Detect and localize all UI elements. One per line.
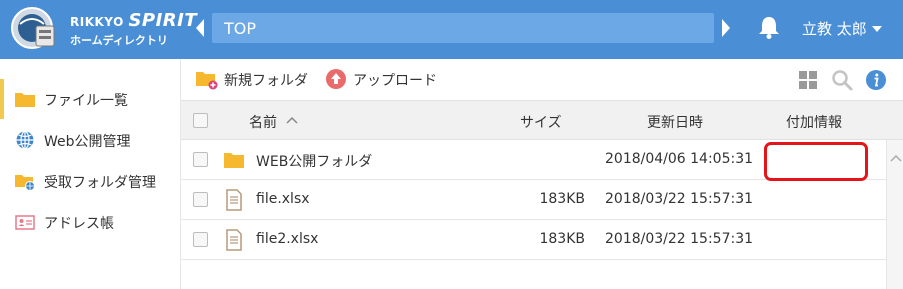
globe-icon (16, 130, 34, 150)
document-icon (226, 229, 242, 251)
column-size-header[interactable]: サイズ (520, 112, 562, 132)
file-name[interactable]: file2.xlsx (256, 231, 318, 247)
file-size: 183KB (539, 231, 585, 247)
info-icon[interactable] (865, 69, 887, 91)
column-name-header[interactable]: 名前 (249, 112, 277, 132)
bell-icon[interactable] (758, 14, 780, 40)
brand-rikkyo: RIKKYO (70, 15, 124, 29)
file-name[interactable]: file.xlsx (256, 191, 310, 207)
sidebar-item-file-list[interactable]: ファイル一覧 (0, 79, 180, 119)
chevron-left-icon[interactable] (193, 17, 207, 39)
select-all-checkbox[interactable] (193, 113, 208, 128)
grid-view-icon[interactable] (797, 69, 819, 91)
table-row[interactable]: file.xlsx 183KB 2018/03/22 15:57:31 (181, 180, 886, 220)
caret-down-icon[interactable] (871, 25, 883, 33)
path-text: TOP (224, 19, 257, 38)
shared-folder-icon (15, 175, 35, 191)
address-book-icon (15, 215, 35, 230)
sort-ascending-icon[interactable] (286, 116, 298, 124)
folder-icon (15, 93, 35, 107)
chevron-right-icon[interactable] (719, 17, 733, 39)
upload-icon (326, 69, 346, 89)
sidebar-item-label: ファイル一覧 (44, 93, 128, 109)
sidebar-item-label: アドレス帳 (44, 216, 114, 232)
new-folder-button[interactable]: 新規フォルダ (195, 67, 315, 91)
app-logo-icon[interactable] (8, 6, 60, 52)
search-icon[interactable] (831, 69, 853, 91)
file-modified: 2018/03/22 15:57:31 (605, 191, 754, 207)
file-modified: 2018/03/22 15:57:31 (605, 231, 754, 247)
path-bar[interactable]: TOP (212, 13, 714, 43)
sidebar-item-label: 受取フォルダ管理 (44, 175, 156, 191)
table-row[interactable]: file2.xlsx 183KB 2018/03/22 15:57:31 (181, 220, 886, 260)
column-modified-header[interactable]: 更新日時 (647, 112, 703, 132)
scrollbar[interactable] (886, 140, 903, 289)
sidebar-item-inbox-folder[interactable]: 受取フォルダ管理 (0, 161, 180, 201)
table-header: 名前 サイズ 更新日時 付加情報 (181, 100, 903, 140)
sidebar-item-address-book[interactable]: アドレス帳 (0, 202, 180, 242)
file-modified: 2018/04/06 14:05:31 (605, 151, 754, 167)
folder-icon (224, 153, 244, 168)
upload-label: アップロード (353, 73, 437, 89)
document-icon (226, 189, 242, 211)
toolbar: 新規フォルダ アップロード (181, 59, 903, 100)
row-checkbox[interactable] (193, 152, 208, 167)
column-info-header: 付加情報 (786, 115, 842, 131)
brand-subtitle: ホームディレクトリ (70, 34, 168, 47)
new-folder-icon (196, 72, 218, 90)
brand-spirit: SPIRIT (128, 10, 198, 31)
app-header: RIKKYO SPIRIT ホームディレクトリ TOP 立教 太郎 (0, 0, 903, 59)
file-panel: 新規フォルダ アップロード 名前 サイズ 更新日時 付加情報 WEB公開フォルダ… (180, 59, 903, 289)
new-folder-label: 新規フォルダ (224, 73, 308, 89)
upload-button[interactable]: アップロード (325, 67, 445, 91)
sidebar: ファイル一覧 Web公開管理 受取フォルダ管理 アドレス帳 (0, 59, 180, 289)
row-checkbox[interactable] (193, 232, 208, 247)
brand-name: RIKKYO SPIRIT (70, 10, 197, 31)
sidebar-item-web-publish[interactable]: Web公開管理 (0, 120, 180, 160)
file-name[interactable]: WEB公開フォルダ (256, 151, 372, 171)
highlight-annotation (764, 142, 868, 181)
active-indicator (0, 79, 4, 119)
sidebar-item-label: Web公開管理 (44, 134, 131, 150)
chevron-up-icon[interactable] (890, 154, 902, 162)
row-checkbox[interactable] (193, 192, 208, 207)
file-size: 183KB (539, 191, 585, 207)
user-name[interactable]: 立教 太郎 (802, 18, 867, 39)
